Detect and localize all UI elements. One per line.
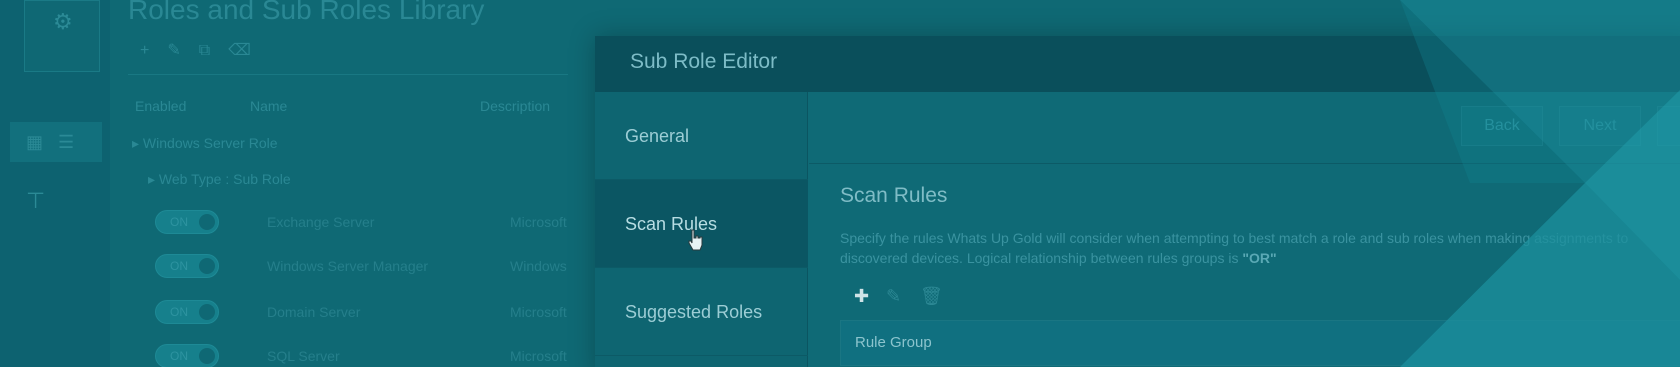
tree-node-child-label: Web Type : Sub Role: [158, 171, 291, 187]
back-button[interactable]: Back: [1461, 106, 1543, 146]
finish-button[interactable]: [1657, 106, 1680, 146]
pencil-icon[interactable]: ✎: [886, 286, 901, 307]
tree-node-root-label: Windows Server Role: [142, 135, 278, 151]
dialog-nav: General Scan Rules Suggested Roles: [595, 92, 808, 367]
delete-icon[interactable]: ⌫: [228, 42, 269, 59]
plus-icon[interactable]: ✚: [854, 286, 869, 307]
row-desc: Windows: [510, 258, 567, 274]
row-desc: Microsoft: [510, 348, 567, 364]
description-text: Specify the rules Whats Up Gold will con…: [840, 230, 1629, 266]
row-name: Exchange Server: [267, 214, 375, 230]
rail-item-active[interactable]: ▦ ☰: [10, 122, 102, 162]
sub-role-editor-dialog: Sub Role Editor General Scan Rules Sugge…: [595, 36, 1680, 367]
nav-item-general[interactable]: General: [595, 92, 808, 180]
column-header-name[interactable]: Name: [250, 98, 287, 114]
page-title: Roles and Sub Roles Library: [128, 0, 485, 25]
enabled-toggle[interactable]: ON: [155, 344, 219, 367]
next-button[interactable]: Next: [1559, 106, 1641, 146]
table-row[interactable]: ON Domain Server Microsoft: [155, 300, 575, 326]
row-name: SQL Server: [267, 348, 340, 364]
button-bar: Back Next: [809, 92, 1680, 164]
row-name: Windows Server Manager: [267, 258, 429, 274]
hand-pointer-icon: [688, 229, 703, 251]
add-icon[interactable]: +: [140, 42, 167, 59]
trash-icon[interactable]: 🗑: [920, 286, 943, 307]
nav-item-scan-rules[interactable]: Scan Rules: [595, 180, 808, 268]
description-emphasis: "OR": [1242, 250, 1277, 266]
dialog-title: Sub Role Editor: [630, 50, 778, 73]
row-name: Domain Server: [267, 304, 361, 320]
toggle-label: ON: [170, 305, 188, 319]
page-toolbar: +✎⧉⌫: [140, 40, 269, 60]
table-row[interactable]: ON Exchange Server Microsoft: [155, 210, 575, 236]
pin-icon[interactable]: ⊤: [26, 188, 45, 214]
column-header-enabled[interactable]: Enabled: [135, 98, 186, 114]
tree-node-child[interactable]: ▸ Web Type : Sub Role: [148, 171, 291, 188]
dialog-header: Sub Role Editor: [595, 36, 1680, 92]
table-row[interactable]: ON Windows Server Manager Windows: [155, 254, 575, 280]
enabled-toggle[interactable]: ON: [155, 210, 219, 234]
enabled-toggle[interactable]: ON: [155, 254, 219, 278]
app-logo[interactable]: ⚙: [24, 0, 100, 72]
grid-icon: ▦: [26, 132, 44, 152]
dialog-body: Back Next Scan Rules Specify the rules W…: [809, 92, 1680, 367]
left-rail: ⚙ ▦ ☰ ⊤: [0, 0, 110, 367]
copy-icon[interactable]: ⧉: [199, 42, 228, 59]
divider: [128, 74, 568, 75]
tree-node-root[interactable]: ▸ Windows Server Role: [132, 135, 278, 152]
enabled-toggle[interactable]: ON: [155, 300, 219, 324]
row-desc: Microsoft: [510, 304, 567, 320]
toggle-label: ON: [170, 349, 188, 363]
section-title: Scan Rules: [840, 184, 948, 207]
gear-icon: ⚙: [53, 9, 73, 34]
nav-item-suggested-roles[interactable]: Suggested Roles: [595, 268, 808, 356]
section-description: Specify the rules Whats Up Gold will con…: [840, 228, 1670, 268]
table-row[interactable]: ON SQL Server Microsoft: [155, 344, 575, 367]
rule-group-label: Rule Group: [855, 334, 932, 351]
list-icon: ☰: [58, 132, 75, 152]
toggle-label: ON: [170, 259, 188, 273]
row-desc: Microsoft: [510, 214, 567, 230]
rule-group[interactable]: Rule Group: [840, 320, 1680, 366]
column-header-description[interactable]: Description: [480, 98, 550, 114]
edit-icon[interactable]: ✎: [167, 42, 198, 59]
toggle-label: ON: [170, 215, 188, 229]
